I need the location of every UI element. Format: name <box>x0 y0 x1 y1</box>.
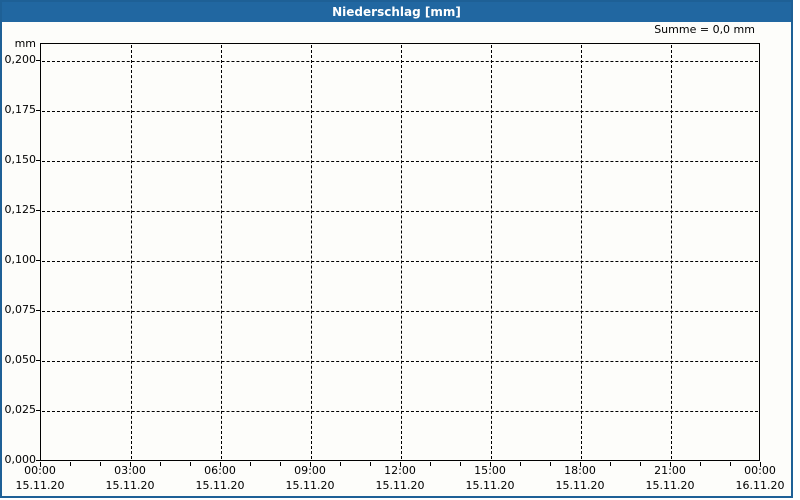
chart-window: Niederschlag [mm] Summe = 0,0 mm mm 0,00… <box>0 0 793 498</box>
x-axis-minor-tick-mark <box>340 462 341 466</box>
x-axis-minor-tick-mark <box>430 462 431 466</box>
x-axis-date-label: 15.11.20 <box>645 479 695 492</box>
gridline-horizontal <box>42 261 758 262</box>
y-axis-tick-mark <box>36 160 40 161</box>
chart-title: Niederschlag [mm] <box>332 5 461 19</box>
x-axis-time-label: 12:00 <box>384 464 416 477</box>
x-axis-time-label: 06:00 <box>204 464 236 477</box>
x-axis-minor-tick-mark <box>520 462 521 466</box>
x-axis-date-label: 15.11.20 <box>105 479 155 492</box>
x-axis-time-label: 15:00 <box>474 464 506 477</box>
y-axis-tick-label: 0,050 <box>4 353 37 366</box>
y-axis-tick-mark <box>36 210 40 211</box>
gridline-horizontal <box>42 311 758 312</box>
x-axis-time-label: 18:00 <box>564 464 596 477</box>
x-axis-time-label: 03:00 <box>114 464 146 477</box>
y-axis-tick-label: 0,125 <box>4 203 37 216</box>
x-axis-date-label: 15.11.20 <box>15 479 65 492</box>
gridline-vertical <box>491 45 492 459</box>
x-axis-date-label: 15.11.20 <box>195 479 245 492</box>
y-axis-tick-mark <box>36 410 40 411</box>
x-axis-time-label: 00:00 <box>744 464 776 477</box>
x-axis-date-label: 15.11.20 <box>465 479 515 492</box>
plot-area <box>40 43 760 461</box>
gridline-horizontal <box>42 411 758 412</box>
gridline-horizontal <box>42 211 758 212</box>
y-axis-tick-mark <box>36 260 40 261</box>
x-axis-minor-tick-mark <box>700 462 701 466</box>
x-axis-minor-tick-mark <box>610 462 611 466</box>
y-axis-tick-label: 0,100 <box>4 253 37 266</box>
x-axis-minor-tick-mark <box>160 462 161 466</box>
gridline-horizontal <box>42 61 758 62</box>
y-axis-tick-mark <box>36 110 40 111</box>
chart-titlebar[interactable]: Niederschlag [mm] <box>2 2 791 22</box>
y-axis-tick-label: 0,025 <box>4 403 37 416</box>
x-axis-date-label: 15.11.20 <box>555 479 605 492</box>
y-axis-tick-mark <box>36 360 40 361</box>
y-axis-tick-mark <box>36 460 40 461</box>
x-axis-date-label: 15.11.20 <box>285 479 335 492</box>
gridline-vertical <box>401 45 402 459</box>
chart-content: Summe = 0,0 mm mm 0,000 0,025 0,050 0,075 0,… <box>2 22 791 496</box>
y-axis-unit-label: mm <box>14 37 36 50</box>
y-axis-tick-label: 0,150 <box>4 153 37 166</box>
y-axis-tick-label: 0,175 <box>4 103 37 116</box>
y-axis-tick-mark <box>36 60 40 61</box>
gridline-vertical <box>671 45 672 459</box>
gridline-horizontal <box>42 111 758 112</box>
x-axis-minor-tick-mark <box>250 462 251 466</box>
gridline-vertical <box>311 45 312 459</box>
x-axis-time-label: 21:00 <box>654 464 686 477</box>
sum-label: Summe = 0,0 mm <box>654 23 755 36</box>
gridline-vertical <box>221 45 222 459</box>
y-axis-tick-label: 0,075 <box>4 303 37 316</box>
y-axis-tick-label: 0,200 <box>4 53 37 66</box>
x-axis-date-label: 16.11.20 <box>735 479 785 492</box>
x-axis-minor-tick-mark <box>70 462 71 466</box>
x-axis-date-label: 15.11.20 <box>375 479 425 492</box>
gridline-vertical <box>131 45 132 459</box>
gridline-vertical <box>581 45 582 459</box>
gridline-horizontal <box>42 361 758 362</box>
gridline-horizontal <box>42 161 758 162</box>
x-axis-time-label: 09:00 <box>294 464 326 477</box>
y-axis-tick-mark <box>36 310 40 311</box>
x-axis-time-label: 00:00 <box>24 464 56 477</box>
